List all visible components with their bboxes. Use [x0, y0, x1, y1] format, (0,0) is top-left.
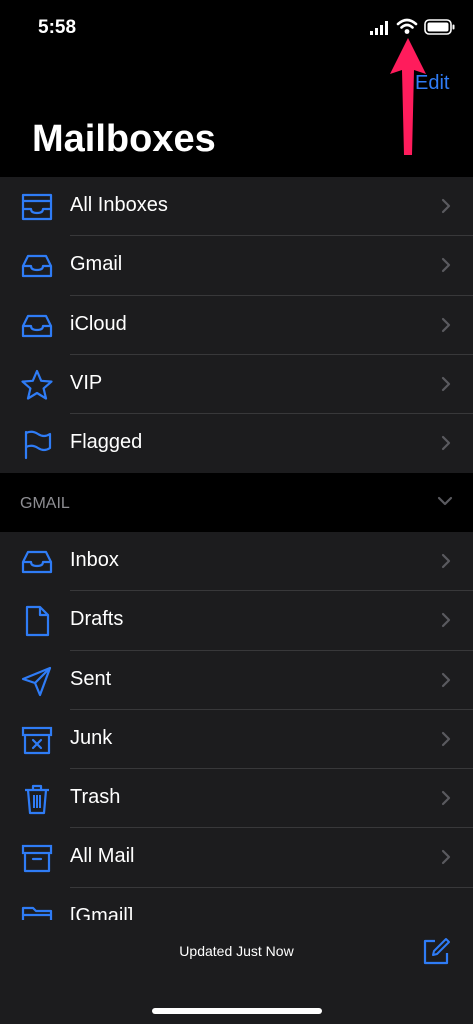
gmail-row-inbox[interactable]: Inbox — [0, 532, 473, 592]
status-time: 5:58 — [38, 17, 77, 38]
mailbox-row-all-inboxes[interactable]: All Inboxes — [0, 177, 473, 237]
chevron-right-icon — [441, 850, 451, 865]
bottom-toolbar: Updated Just Now — [0, 920, 473, 1024]
home-indicator[interactable] — [152, 1008, 322, 1014]
mailbox-label: VIP — [70, 371, 103, 394]
gmail-row-trash[interactable]: Trash — [0, 769, 473, 829]
mailbox-row-icloud[interactable]: iCloud — [0, 296, 473, 355]
chevron-right-icon — [441, 258, 451, 273]
chevron-right-icon — [441, 436, 451, 451]
gmail-section-header[interactable]: GMAIL — [0, 473, 473, 532]
inbox-tray-icon — [21, 255, 53, 278]
archive-box-icon — [21, 845, 53, 873]
gmail-row-sent[interactable]: Sent — [0, 651, 473, 710]
chevron-right-icon — [441, 731, 451, 746]
flag-icon — [24, 430, 52, 460]
chevron-right-icon — [441, 317, 451, 332]
mailbox-label: All Inboxes — [70, 194, 168, 216]
mailbox-label: Trash — [70, 786, 121, 809]
chevron-right-icon — [441, 198, 451, 214]
mailbox-label: Junk — [70, 726, 113, 749]
inbox-tray-icon — [21, 550, 53, 574]
mailbox-row-flagged[interactable]: Flagged — [0, 414, 473, 473]
gmail-row-junk[interactable]: Junk — [0, 710, 473, 770]
mailbox-row-gmail[interactable]: Gmail — [0, 236, 473, 296]
junk-box-icon — [21, 726, 53, 754]
chevron-right-icon — [441, 791, 451, 806]
section-title: GMAIL — [20, 495, 70, 512]
gmail-row-drafts[interactable]: Drafts — [0, 591, 473, 651]
annotation-arrow-icon — [390, 38, 426, 155]
folder-icon — [21, 906, 53, 920]
compose-icon[interactable] — [421, 937, 451, 967]
chevron-right-icon — [441, 613, 451, 628]
chevron-right-icon — [441, 553, 451, 569]
chevron-right-icon — [441, 376, 451, 391]
gmail-mailbox-list: Inbox Drafts Sent Junk Trash All Mail [G… — [0, 532, 473, 920]
paper-plane-icon — [21, 666, 52, 696]
cellular-signal-icon — [370, 21, 388, 35]
star-icon — [21, 369, 53, 400]
mailbox-label: Gmail — [70, 253, 123, 276]
battery-icon — [424, 19, 455, 35]
mailbox-label: Sent — [70, 667, 112, 690]
chevron-right-icon — [441, 672, 451, 687]
gmail-row-all-mail[interactable]: All Mail — [0, 828, 473, 888]
chevron-down-icon[interactable] — [437, 496, 453, 506]
mailbox-label: Inbox — [70, 549, 119, 571]
document-icon — [25, 606, 50, 637]
wifi-icon — [396, 18, 418, 34]
mailbox-label: All Mail — [70, 845, 135, 868]
mailbox-label: [Gmail] — [70, 904, 134, 920]
page-title: Mailboxes — [32, 118, 216, 160]
update-status: Updated Just Now — [179, 943, 294, 959]
mailboxes-list: All Inboxes Gmail iCloud VIP Flagged — [0, 177, 473, 473]
all-inboxes-icon — [21, 193, 53, 221]
mailbox-label: Drafts — [70, 608, 124, 631]
mailbox-row-vip[interactable]: VIP — [0, 355, 473, 415]
gmail-row-gmail-folder[interactable]: [Gmail] — [0, 888, 473, 920]
inbox-tray-icon — [21, 314, 53, 337]
mailbox-label: Flagged — [70, 431, 143, 454]
trash-icon — [25, 785, 49, 815]
mailbox-label: iCloud — [70, 312, 127, 335]
